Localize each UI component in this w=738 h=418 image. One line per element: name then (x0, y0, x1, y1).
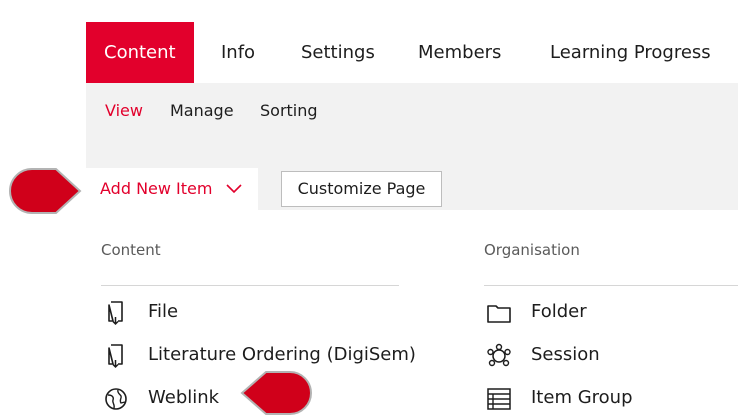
chevron-down-icon (226, 184, 242, 194)
organisation-column-divider (484, 285, 738, 286)
subtab-view[interactable]: View (105, 83, 143, 138)
add-new-item-button[interactable]: Add New Item (86, 168, 258, 210)
menu-item-label: File (148, 301, 179, 322)
content-column-divider (101, 285, 399, 286)
tab-learning-progress[interactable]: Learning Progress (550, 22, 711, 83)
globe-icon (105, 388, 127, 410)
add-new-item-label: Add New Item (100, 179, 213, 198)
tab-info[interactable]: Info (221, 22, 255, 83)
main-tabs-bar: Content Info Settings Members Learning P… (86, 22, 738, 83)
annotation-pointer-arrow (9, 168, 82, 214)
subtab-sorting[interactable]: Sorting (260, 83, 318, 138)
tab-content[interactable]: Content (86, 22, 194, 83)
folder-icon (487, 305, 511, 323)
sub-tabs-bar: View Manage Sorting (86, 83, 738, 138)
file-icon (108, 344, 123, 369)
menu-item-label: Session (531, 344, 600, 365)
menu-item-label: Folder (531, 301, 587, 322)
customize-page-button[interactable]: Customize Page (281, 171, 442, 207)
subtab-manage[interactable]: Manage (170, 83, 234, 138)
tab-members[interactable]: Members (418, 22, 501, 83)
content-column-header: Content (101, 241, 161, 259)
add-new-item-dropdown: Content Organisation File Literature Ord… (86, 210, 738, 418)
tab-settings[interactable]: Settings (301, 22, 375, 83)
menu-item-label: Item Group (531, 387, 633, 408)
organisation-column-header: Organisation (484, 241, 580, 259)
customize-page-label: Customize Page (297, 179, 426, 198)
menu-item-label: Literature Ordering (DigiSem) (148, 344, 416, 365)
session-icon (487, 343, 511, 367)
file-icon (108, 301, 123, 326)
menu-item-label: Weblink (148, 387, 220, 408)
item-group-icon (487, 388, 511, 410)
annotation-pointer-arrow (240, 371, 312, 415)
